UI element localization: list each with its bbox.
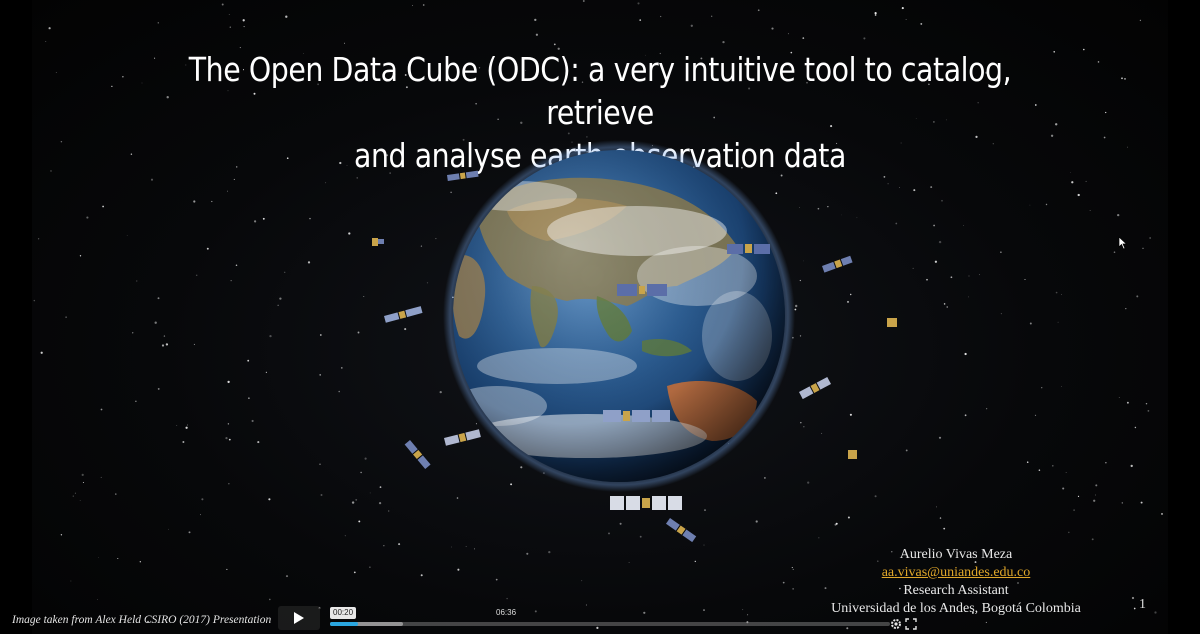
current-time-label: 00:20: [330, 607, 357, 619]
author-email-link[interactable]: aa.vivas@uniandes.edu.co: [882, 565, 1031, 580]
duration-label: 06:36: [496, 608, 517, 617]
image-caption: Image taken from Alex Held CSIRO (2017) …: [12, 614, 272, 626]
seek-bar[interactable]: [330, 622, 890, 626]
letterbox-right: [1168, 0, 1200, 634]
satellite-icon: [404, 440, 431, 470]
mouse-cursor-icon: [1118, 236, 1128, 250]
satellite-icon: [665, 518, 697, 543]
slide-number: 1: [1139, 597, 1146, 612]
fullscreen-icon[interactable]: [905, 618, 917, 630]
play-icon: [294, 612, 304, 624]
author-role: Research Assistant: [903, 583, 1009, 598]
satellite-icon: [848, 450, 857, 459]
satellite-icon: [610, 496, 682, 510]
gear-icon[interactable]: [890, 618, 902, 630]
orbiting-satellites: [372, 170, 897, 543]
satellite-icon: [447, 170, 479, 181]
satellite-icon: [372, 238, 384, 246]
presentation-slide: The Open Data Cube (ODC): a very intuiti…: [32, 0, 1168, 634]
video-controls: 00:20 06:36: [278, 604, 920, 630]
satellite-icon: [887, 318, 897, 327]
satellite-icon: [799, 376, 832, 400]
play-button[interactable]: [278, 606, 320, 630]
video-player-window: The Open Data Cube (ODC): a very intuiti…: [0, 0, 1200, 634]
satellite-icon: [822, 255, 853, 273]
letterbox-left: [0, 0, 32, 634]
satellite-icon: [384, 306, 423, 323]
author-name: Aurelio Vivas Meza: [899, 547, 1013, 562]
seek-bar-progress: [330, 622, 358, 626]
satellite-icon: [444, 429, 481, 446]
